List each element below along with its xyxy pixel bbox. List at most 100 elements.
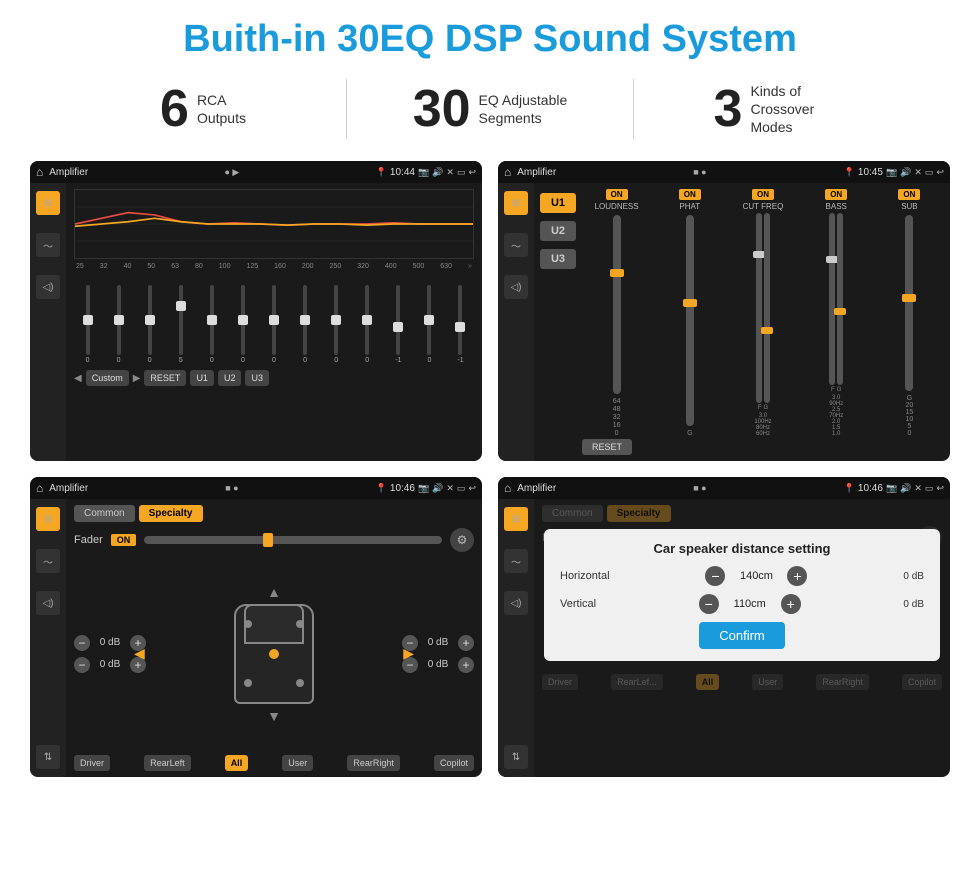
dialog-rearright-btn[interactable]: RearRight [816,674,869,690]
phat-val-labels: G [687,430,692,437]
back-icon-4[interactable]: ↩ [936,483,944,494]
cross-cols: ON LOUDNESS 644832160 [582,189,944,437]
dialog-all-btn[interactable]: All [696,674,720,690]
cross-icon-vol[interactable]: ◁) [504,275,528,299]
dialog-tab-common[interactable]: Common [542,505,603,522]
home-icon-2[interactable]: ⌂ [504,165,511,179]
fader-center: − 0 dB + − 0 dB + ▲ [74,558,474,749]
phat-slider[interactable] [686,215,694,426]
cam-icon-1: 📷 [418,167,429,178]
horizontal-controls: − 140cm + [705,566,807,586]
eq-slider-2[interactable]: 0 [105,285,132,364]
home-icon-3[interactable]: ⌂ [36,481,43,495]
back-icon-3[interactable]: ↩ [468,483,476,494]
eq-slider-12[interactable]: 0 [416,285,443,364]
eq-slider-13[interactable]: -1 [447,285,474,364]
eq-slider-6[interactable]: 0 [229,285,256,364]
dialog-icon-wave[interactable]: 〜 [504,549,528,573]
horizontal-plus[interactable]: + [787,566,807,586]
dialog-rearleft-btn[interactable]: RearLef... [611,674,663,690]
eq-u1-btn[interactable]: U1 [190,370,214,386]
vol-plus-3[interactable]: + [458,635,474,651]
page-wrapper: Buith-in 30EQ DSP Sound System 6 RCAOutp… [0,0,980,881]
eq-slider-5[interactable]: 0 [198,285,225,364]
dialog-tab-specialty[interactable]: Specialty [607,505,671,522]
eq-slider-4[interactable]: 5 [167,285,194,364]
user-btn[interactable]: User [282,755,313,771]
dialog-main-area: Common Specialty Fader ON ⚙ Dri [534,499,950,777]
vol-plus-4[interactable]: + [458,657,474,673]
fader-h-slider[interactable] [144,536,442,544]
home-icon-1[interactable]: ⌂ [36,165,43,179]
arrow-down[interactable]: ▼ [267,708,281,724]
rearright-btn[interactable]: RearRight [347,755,400,771]
ctrl-sub: ON SUB G20151050 [875,189,944,437]
dialog-driver-btn[interactable]: Driver [542,674,578,690]
rearleft-btn[interactable]: RearLeft [144,755,191,771]
eq-reset-btn[interactable]: RESET [144,370,186,386]
eq-icon-filter[interactable]: ⊞ [36,191,60,215]
loudness-slider[interactable] [613,215,621,394]
tab-common[interactable]: Common [74,505,135,522]
copilot-btn[interactable]: Copilot [434,755,474,771]
u2-button[interactable]: U2 [540,221,576,241]
eq-sliders-row: 0 0 0 5 [74,274,474,364]
arrow-up[interactable]: ▲ [267,584,281,600]
vertical-minus[interactable]: − [699,594,719,614]
back-icon-2[interactable]: ↩ [936,167,944,178]
home-icon-4[interactable]: ⌂ [504,481,511,495]
all-btn[interactable]: All [225,755,249,771]
u3-button[interactable]: U3 [540,249,576,269]
vol-minus-2[interactable]: − [74,657,90,673]
eq-slider-3[interactable]: 0 [136,285,163,364]
cross-icon-wave[interactable]: 〜 [504,233,528,257]
dialog-body: ⊞ 〜 ◁) ⇅ Common Specialty Fader ON [498,499,950,777]
eq-prev-arrow[interactable]: ◀ [74,373,82,384]
eq-u2-btn[interactable]: U2 [218,370,242,386]
ctrl-bass: ON BASS [802,189,871,437]
dialog-icon-expand[interactable]: ⇅ [504,745,528,769]
vertical-plus[interactable]: + [781,594,801,614]
vertical-controls: − 110cm + [699,594,801,614]
eq-slider-8[interactable]: 0 [292,285,319,364]
vol-minus-1[interactable]: − [74,635,90,651]
screen-dialog: ⌂ Amplifier ■ ● 📍 10:46 📷 🔊 ✕ ▭ ↩ ⊞ 〜 ◁) [498,477,950,777]
eq-slider-11[interactable]: -1 [385,285,412,364]
eq-slider-7[interactable]: 0 [260,285,287,364]
dialog-icon-vol[interactable]: ◁) [504,591,528,615]
loudness-on: ON [606,189,628,200]
fader-icon-filter[interactable]: ⊞ [36,507,60,531]
arrow-right[interactable]: ▶ [403,645,414,662]
back-icon-1[interactable]: ↩ [468,167,476,178]
u1-button[interactable]: U1 [540,193,576,213]
eq-icon-wave[interactable]: 〜 [36,233,60,257]
eq-u3-btn[interactable]: U3 [245,370,269,386]
bass-vals: 3.090Hz2.570Hz2.01.51.0 [829,395,843,437]
eq-slider-1[interactable]: 0 [74,285,101,364]
fader-icon-expand[interactable]: ⇅ [36,745,60,769]
fader-icon-wave[interactable]: 〜 [36,549,60,573]
dialog-copilot-btn[interactable]: Copilot [902,674,942,690]
horizontal-minus[interactable]: − [705,566,725,586]
stat-eq: 30 EQ AdjustableSegments [347,83,633,135]
cross-icon-filter[interactable]: ⊞ [504,191,528,215]
status-icons-2: 📍 10:45 📷 🔊 ✕ ▭ ↩ [844,167,944,178]
dialog-user-btn[interactable]: User [752,674,783,690]
eq-custom-btn[interactable]: Custom [86,370,129,386]
rect-icon-2: ▭ [925,167,934,178]
tab-specialty[interactable]: Specialty [139,505,203,522]
screen-crossover: ⌂ Amplifier ■ ● 📍 10:45 📷 🔊 ✕ ▭ ↩ ⊞ 〜 ◁) [498,161,950,461]
arrow-left[interactable]: ◀ [134,645,145,662]
eq-next-arrow[interactable]: ▶ [133,373,141,384]
driver-btn[interactable]: Driver [74,755,110,771]
cross-reset-btn[interactable]: RESET [582,439,632,455]
fader-icon-vol[interactable]: ◁) [36,591,60,615]
eq-slider-10[interactable]: 0 [354,285,381,364]
fader-gear-btn[interactable]: ⚙ [450,528,474,552]
dialog-icon-filter[interactable]: ⊞ [504,507,528,531]
horizontal-label: Horizontal [560,570,610,582]
eq-icon-vol[interactable]: ◁) [36,275,60,299]
confirm-button[interactable]: Confirm [699,622,785,649]
eq-slider-9[interactable]: 0 [323,285,350,364]
sub-slider[interactable] [905,215,913,391]
